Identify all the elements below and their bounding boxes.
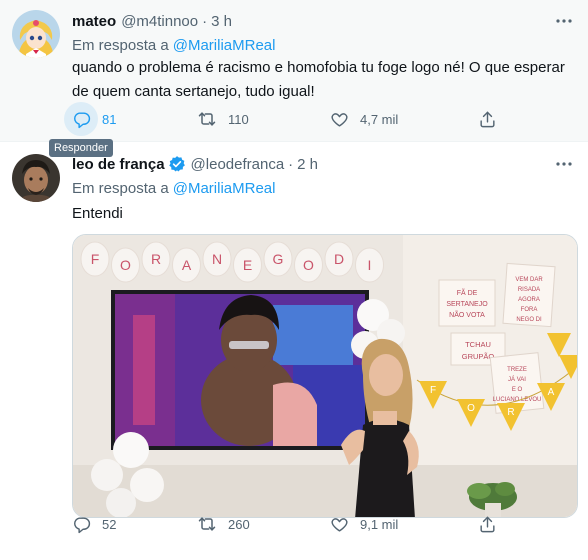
author-handle[interactable]: @leodefranca <box>191 156 285 173</box>
separator-dot: · <box>288 155 294 173</box>
like-count: 9,1 mil <box>360 516 399 532</box>
share-icon <box>470 507 504 541</box>
retweet-icon <box>190 102 224 136</box>
separator-dot: · <box>202 12 208 30</box>
reply-count: 81 <box>102 111 117 127</box>
balloon-letter: F <box>91 251 100 267</box>
balloon-letter: O <box>303 257 314 273</box>
svg-text:FORA: FORA <box>521 307 538 313</box>
bunting-letter: A <box>548 387 555 398</box>
tv-screen <box>111 290 369 450</box>
svg-text:RISADA: RISADA <box>518 287 540 293</box>
more-icon[interactable] <box>554 154 574 174</box>
like-button[interactable]: 9,1 mil <box>322 507 398 541</box>
verified-icon <box>168 155 186 173</box>
sign-fa-de-sertanejo: FÃ DE SERTANEJO NÃO VOTA <box>438 279 496 327</box>
action-bar: 52 260 9,1 mil <box>64 507 534 541</box>
svg-text:LUCIANO LEVOU: LUCIANO LEVOU <box>493 397 542 403</box>
retweet-count: 260 <box>228 516 250 532</box>
reply-button[interactable]: 81 <box>64 102 116 136</box>
like-button[interactable]: 4,7 mil <box>322 102 398 136</box>
action-bar: 81 110 4,7 mil <box>64 102 534 136</box>
tweet-header: mateo @m4tinnoo · 3 h <box>72 10 568 32</box>
reply-icon <box>64 102 98 136</box>
svg-text:VEM DAR: VEM DAR <box>515 277 543 283</box>
tweet-leo[interactable]: leo de frança @leodefranca · 2 h Em resp… <box>0 142 588 560</box>
bunting-letter: O <box>467 403 475 414</box>
balloon-letter: A <box>182 257 192 273</box>
tweet-text: quando o problema é racismo e homofobia … <box>72 56 568 104</box>
share-button[interactable] <box>470 102 504 136</box>
svg-text:NEGO DI: NEGO DI <box>516 317 542 323</box>
author-name[interactable]: leo de frança <box>72 156 165 173</box>
share-icon <box>470 102 504 136</box>
svg-text:E O: E O <box>512 387 523 393</box>
svg-text:SERTANEJO: SERTANEJO <box>446 301 488 308</box>
svg-text:NÃO VOTA: NÃO VOTA <box>449 310 485 319</box>
retweet-button[interactable]: 260 <box>190 507 250 541</box>
tweet-text-line: Entendi <box>72 205 123 222</box>
retweet-button[interactable]: 110 <box>190 102 249 136</box>
reply-prefix: Em resposta a <box>72 37 169 54</box>
like-icon <box>322 102 356 136</box>
share-button[interactable] <box>470 507 504 541</box>
avatar[interactable] <box>12 10 60 58</box>
reply-mention-link[interactable]: @MariliaMReal <box>173 37 276 54</box>
tweet-mateo[interactable]: mateo @m4tinnoo · 3 h Em resposta a @Mari… <box>0 0 588 142</box>
sign-vem-dar-risada: VEM DAR RISADA AGORA FORA NEGO DI <box>502 262 556 328</box>
like-icon <box>322 507 356 541</box>
retweet-count: 110 <box>228 111 249 127</box>
svg-text:FÃ DE: FÃ DE <box>457 288 478 297</box>
svg-text:TCHAU: TCHAU <box>465 340 491 349</box>
reply-button[interactable]: 52 <box>64 507 116 541</box>
timestamp[interactable]: 2 h <box>297 156 318 173</box>
timestamp[interactable]: 3 h <box>211 13 232 30</box>
balloon-letter: G <box>273 251 284 267</box>
tweet-text-line: de quem canta sertanejo, tudo igual! <box>72 83 315 100</box>
balloon-letter: E <box>243 257 252 273</box>
svg-text:TREZE: TREZE <box>507 367 527 373</box>
svg-text:GRUPÃO: GRUPÃO <box>462 352 495 361</box>
author-handle[interactable]: @m4tinnoo <box>121 13 198 30</box>
bunting-letter: F <box>430 385 436 396</box>
reply-count: 52 <box>102 516 117 532</box>
reply-context: Em resposta a @MariliaMReal <box>72 180 275 197</box>
balloon-letter: I <box>368 257 372 273</box>
balloon-letter: R <box>151 251 161 267</box>
reply-mention-link[interactable]: @MariliaMReal <box>173 180 276 197</box>
tweet-text-line: quando o problema é racismo e homofobia … <box>72 59 565 76</box>
tweet-text: Entendi <box>72 202 568 226</box>
like-count: 4,7 mil <box>360 111 399 127</box>
author-name[interactable]: mateo <box>72 13 116 30</box>
reply-tooltip: Responder <box>49 139 113 157</box>
balloon-letter: N <box>212 251 222 267</box>
reply-context: Em resposta a @MariliaMReal <box>72 37 275 54</box>
balloon-letter: D <box>334 251 344 267</box>
retweet-icon <box>190 507 224 541</box>
bunting-letter: R <box>507 407 514 418</box>
reply-prefix: Em resposta a <box>72 180 169 197</box>
balloon-letter: O <box>120 257 131 273</box>
tweet-photo[interactable]: FORANEGODI FÃ DE SERTANEJO NÃO VOTA VEM … <box>72 234 578 518</box>
tweet-header: leo de frança @leodefranca · 2 h <box>72 153 568 175</box>
svg-text:JÁ VAI: JÁ VAI <box>508 376 526 383</box>
more-icon[interactable] <box>554 11 574 31</box>
reply-icon <box>64 507 98 541</box>
avatar[interactable] <box>12 154 60 202</box>
svg-text:AGORA: AGORA <box>518 297 540 303</box>
